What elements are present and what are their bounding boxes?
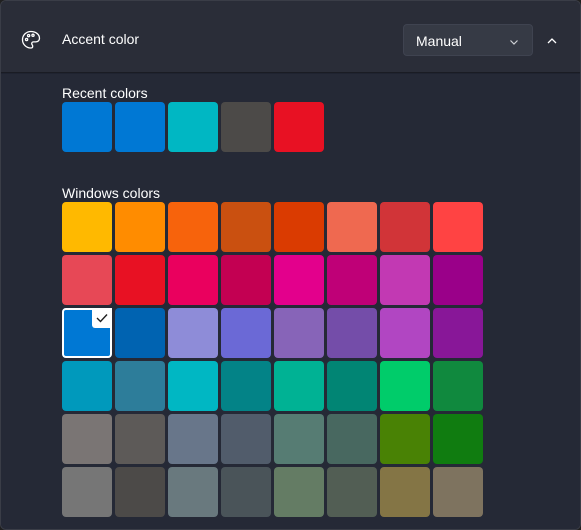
windows-color-swatch[interactable]	[380, 255, 430, 305]
windows-color-swatch[interactable]	[115, 202, 165, 252]
windows-color-swatch[interactable]	[62, 202, 112, 252]
collapse-button[interactable]	[537, 26, 567, 54]
windows-color-swatch[interactable]	[168, 361, 218, 411]
checkmark-icon	[92, 308, 112, 328]
windows-color-swatch[interactable]	[62, 414, 112, 464]
chevron-down-icon	[508, 35, 520, 47]
windows-color-swatch[interactable]	[115, 467, 165, 517]
windows-color-swatch[interactable]	[274, 414, 324, 464]
windows-color-swatch[interactable]	[62, 467, 112, 517]
windows-color-swatch[interactable]	[221, 308, 271, 358]
windows-color-swatch[interactable]	[221, 467, 271, 517]
windows-color-swatch[interactable]	[168, 255, 218, 305]
windows-color-swatch[interactable]	[327, 202, 377, 252]
windows-color-swatch[interactable]	[433, 361, 483, 411]
recent-color-swatch[interactable]	[115, 102, 165, 152]
windows-color-swatch[interactable]	[433, 414, 483, 464]
windows-color-swatch[interactable]	[327, 255, 377, 305]
windows-color-swatch[interactable]	[327, 308, 377, 358]
recent-colors-label: Recent colors	[62, 85, 148, 101]
windows-color-swatch[interactable]	[327, 414, 377, 464]
windows-color-swatch[interactable]	[221, 414, 271, 464]
windows-color-swatch[interactable]	[62, 308, 112, 358]
chevron-up-icon	[547, 38, 557, 44]
windows-color-swatch[interactable]	[221, 255, 271, 305]
accent-color-title: Accent color	[62, 31, 140, 47]
windows-color-swatch[interactable]	[380, 467, 430, 517]
windows-color-swatch[interactable]	[274, 308, 324, 358]
windows-color-swatch[interactable]	[274, 202, 324, 252]
windows-color-swatch[interactable]	[274, 467, 324, 517]
windows-color-swatch[interactable]	[115, 308, 165, 358]
windows-color-swatch[interactable]	[433, 255, 483, 305]
windows-color-swatch[interactable]	[380, 361, 430, 411]
windows-color-swatch[interactable]	[433, 202, 483, 252]
accent-color-body: Recent colors Windows colors	[1, 74, 580, 529]
accent-color-panel: Accent color Manual Recent colors Window…	[0, 0, 581, 530]
windows-color-swatch[interactable]	[168, 414, 218, 464]
windows-color-swatch[interactable]	[115, 361, 165, 411]
windows-color-swatch[interactable]	[168, 202, 218, 252]
windows-color-swatch[interactable]	[221, 361, 271, 411]
windows-color-swatch[interactable]	[168, 308, 218, 358]
windows-color-swatch[interactable]	[327, 467, 377, 517]
windows-color-swatch[interactable]	[433, 467, 483, 517]
windows-color-swatch[interactable]	[115, 414, 165, 464]
windows-color-swatch[interactable]	[221, 202, 271, 252]
windows-color-swatch[interactable]	[380, 202, 430, 252]
windows-color-swatch[interactable]	[274, 361, 324, 411]
windows-color-swatch[interactable]	[62, 361, 112, 411]
recent-colors-row	[62, 102, 324, 152]
palette-icon	[20, 29, 42, 51]
windows-color-swatch[interactable]	[380, 414, 430, 464]
windows-color-swatch[interactable]	[115, 255, 165, 305]
windows-color-swatch[interactable]	[62, 255, 112, 305]
windows-color-swatch[interactable]	[168, 467, 218, 517]
windows-colors-grid	[62, 202, 483, 517]
recent-color-swatch[interactable]	[274, 102, 324, 152]
accent-mode-value: Manual	[416, 33, 462, 49]
accent-color-header: Accent color Manual	[1, 1, 580, 73]
windows-color-swatch[interactable]	[380, 308, 430, 358]
recent-color-swatch[interactable]	[168, 102, 218, 152]
recent-color-swatch[interactable]	[62, 102, 112, 152]
windows-color-swatch[interactable]	[433, 308, 483, 358]
windows-color-swatch[interactable]	[274, 255, 324, 305]
recent-color-swatch[interactable]	[221, 102, 271, 152]
windows-color-swatch[interactable]	[327, 361, 377, 411]
accent-mode-dropdown[interactable]: Manual	[403, 24, 533, 56]
windows-colors-label: Windows colors	[62, 185, 161, 201]
